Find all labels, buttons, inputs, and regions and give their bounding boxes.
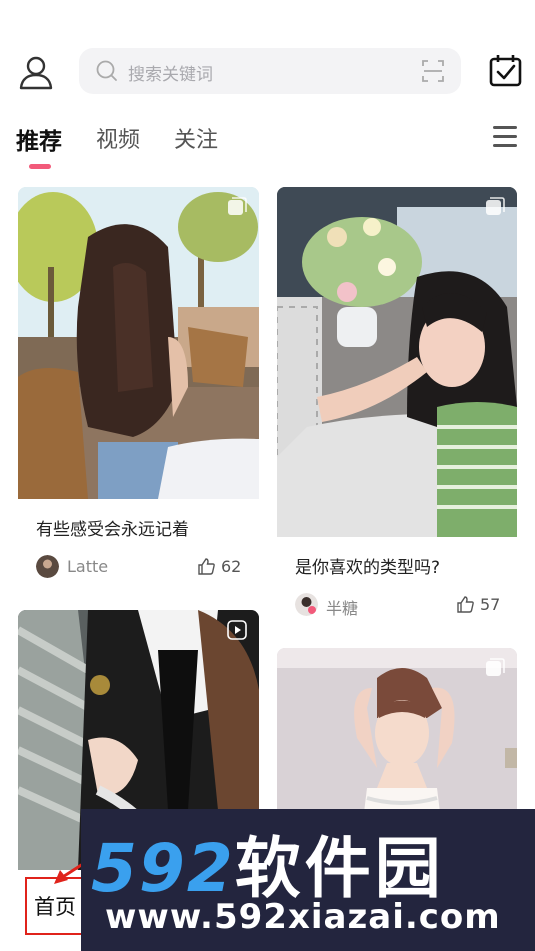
search-bar[interactable]: 搜索关键词 xyxy=(79,48,461,94)
scan-icon[interactable] xyxy=(421,59,445,83)
watermark-brand-number: 592 xyxy=(91,830,235,907)
image-set-icon xyxy=(485,658,505,678)
post-title: 有些感受会永远记着 xyxy=(36,520,189,540)
search-icon xyxy=(95,59,119,83)
post-title: 是你喜欢的类型吗? xyxy=(295,558,441,578)
author-avatar[interactable] xyxy=(295,593,318,616)
like-icon[interactable] xyxy=(457,596,474,613)
post-photo xyxy=(18,187,259,499)
feed-card[interactable]: 有些感受会永远记着 Latte 62 xyxy=(18,187,259,587)
watermark-url: www.592xiazai.com xyxy=(105,897,501,937)
app-screen: 搜索关键词 推荐 视频 关注 有些感受会永远记着 Latte 62 是你喜欢的类… xyxy=(0,0,535,951)
tab-active-indicator xyxy=(29,164,51,169)
tab-follow[interactable]: 关注 xyxy=(174,122,218,154)
watermark-brand-name: 软件园 xyxy=(234,830,445,907)
user-icon[interactable] xyxy=(18,54,54,90)
tab-recommend[interactable]: 推荐 xyxy=(16,122,62,156)
like-count: 57 xyxy=(480,595,501,614)
author-name[interactable]: 半糖 xyxy=(326,595,358,619)
tab-video[interactable]: 视频 xyxy=(96,122,140,154)
watermark-overlay: 592软件园 www.592xiazai.com xyxy=(81,809,535,951)
calendar-check-icon[interactable] xyxy=(489,54,522,87)
nav-home-label: 首页 xyxy=(34,895,76,919)
post-photo xyxy=(277,187,517,537)
search-placeholder: 搜索关键词 xyxy=(128,65,213,85)
like-count: 62 xyxy=(221,557,242,576)
image-set-icon xyxy=(227,197,247,217)
like-icon[interactable] xyxy=(198,558,215,575)
author-avatar[interactable] xyxy=(36,555,59,578)
menu-icon[interactable] xyxy=(493,126,517,148)
video-play-icon xyxy=(227,620,247,640)
image-set-icon xyxy=(485,197,505,217)
feed-card[interactable]: 是你喜欢的类型吗? 半糖 57 xyxy=(277,187,517,627)
author-name[interactable]: Latte xyxy=(67,557,108,576)
